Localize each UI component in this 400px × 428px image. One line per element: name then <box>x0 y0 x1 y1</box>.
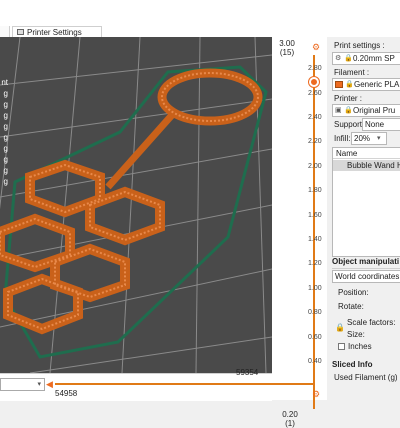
gear-icon[interactable]: ⚙ <box>312 42 320 53</box>
tick-label: 1.00 <box>308 285 322 292</box>
tab-bar: Printer Settings <box>0 0 400 38</box>
tick-label: 2.00 <box>308 163 322 170</box>
coordinates-value: World coordinates <box>335 272 400 281</box>
infill-value: 20% <box>354 134 371 143</box>
layer-item: g <box>3 100 8 109</box>
layer-item: g <box>3 177 8 186</box>
tab-printer-settings-label: Printer Settings <box>27 27 82 37</box>
tab-printer-settings[interactable]: Printer Settings <box>12 26 102 37</box>
bed-and-model <box>0 37 272 373</box>
inches-checkbox-box[interactable] <box>338 343 345 350</box>
layer-item: g <box>3 144 8 153</box>
layer-slider-top-thumb[interactable] <box>309 77 319 87</box>
print-settings-label: Print settings : <box>334 41 385 50</box>
printer-label: Printer : <box>334 94 363 103</box>
gear-icon[interactable]: ⚙ <box>312 389 320 400</box>
filament-label: Filament : <box>334 68 370 77</box>
layer-item: g <box>3 133 8 142</box>
infill-select[interactable]: 20% ▾ <box>351 132 387 145</box>
tick-label: 2.80 <box>308 65 322 72</box>
chevron-down-icon: ▾ <box>37 381 41 388</box>
lock-icon: 🔒 <box>344 107 353 114</box>
tick-label: 1.40 <box>308 236 322 243</box>
bottom-height: 0.20 <box>282 410 298 419</box>
sliced-info-header: Sliced Info <box>332 360 373 369</box>
bottom-layer-number: (1) <box>285 419 295 428</box>
settings-panel: Print settings : ⚙ 🔒 0.20mm SP Filament … <box>327 37 400 400</box>
wand-handle <box>105 112 175 190</box>
rotate-label: Rotate: <box>338 302 364 311</box>
lock-icon: 🔒 <box>344 55 353 62</box>
lock-icon[interactable]: 🔒 <box>335 323 345 332</box>
printer-icon: ▣ <box>335 107 342 114</box>
top-height: 3.00 <box>279 39 295 48</box>
printer-select[interactable]: ▣ 🔒 Original Pru <box>332 104 400 117</box>
layer-item: g <box>3 111 8 120</box>
tick-label: 0.60 <box>308 334 322 341</box>
object-manipulation-header: Object manipulati <box>332 257 400 269</box>
3d-viewport[interactable]: nt g g g g g g g g g <box>0 37 272 373</box>
layer-list: nt g g g g g g g g g <box>0 77 9 187</box>
tick-label: 2.60 <box>308 90 322 97</box>
used-filament-label: Used Filament (g) <box>334 373 398 382</box>
move-slider-left-thumb[interactable]: ◀ <box>46 380 54 389</box>
tick-label: 0.40 <box>308 358 322 365</box>
filament-color-swatch[interactable] <box>335 81 343 88</box>
skirt-outline <box>3 65 268 359</box>
tab-previous[interactable] <box>0 26 10 37</box>
inches-label: Inches <box>348 342 372 351</box>
tick-label: 2.40 <box>308 114 322 121</box>
chevron-down-icon: ▾ <box>377 135 381 142</box>
coordinates-select[interactable]: World coordinates <box>332 270 400 283</box>
print-settings-value: 0.20mm SP <box>353 54 395 63</box>
printer-icon <box>17 29 24 35</box>
tick-label: 1.80 <box>308 187 322 194</box>
tick-label: 2.20 <box>308 138 322 145</box>
layer-slider-top-value: 3.00 (15) <box>272 39 302 57</box>
move-slider-left-value: 54958 <box>55 389 78 398</box>
object-list[interactable]: Name Bubble Wand Hon <box>332 147 400 257</box>
move-slider-track[interactable] <box>55 383 315 385</box>
view-type-select[interactable]: ▾ <box>0 378 45 391</box>
hexagon-cells <box>0 159 165 335</box>
layer-slider-track[interactable] <box>313 55 315 409</box>
scale-factors-label: Scale factors: <box>347 318 396 327</box>
move-slider-bar: ▾ ◀ 54958 <box>0 373 315 401</box>
position-label: Position: <box>338 288 369 297</box>
gear-icon: ⚙ <box>335 55 342 62</box>
inches-checkbox[interactable]: Inches <box>338 342 372 351</box>
layer-item: nt <box>1 78 8 87</box>
layer-slider[interactable]: 3.00 (15) ⚙ 2.80 2.60 2.40 2.20 2.00 1.8… <box>272 37 327 428</box>
object-list-header: Name <box>333 148 400 159</box>
tick-label: 1.20 <box>308 260 322 267</box>
size-label: Size: <box>347 330 365 339</box>
layer-item: g <box>3 155 8 164</box>
printer-value: Original Pru <box>353 106 396 115</box>
layer-slider-bottom-value: 0.20 (1) <box>278 410 302 428</box>
supports-value: None <box>365 120 385 129</box>
tick-label: 0.80 <box>308 309 322 316</box>
layer-item: g <box>3 89 8 98</box>
lock-icon: 🔒 <box>345 81 354 88</box>
top-layer-number: (15) <box>279 48 295 57</box>
infill-label: Infill: <box>334 134 351 143</box>
filament-value: Generic PLA <box>354 80 400 89</box>
move-slider-right-value: 59354 <box>236 368 259 377</box>
filament-select[interactable]: 🔒 Generic PLA <box>332 78 400 91</box>
layer-item: g <box>3 122 8 131</box>
supports-select[interactable]: None <box>362 118 400 131</box>
print-settings-select[interactable]: ⚙ 🔒 0.20mm SP <box>332 52 400 65</box>
tick-label: 1.60 <box>308 212 322 219</box>
list-item[interactable]: Bubble Wand Hon <box>333 160 400 171</box>
layer-item: g <box>3 166 8 175</box>
